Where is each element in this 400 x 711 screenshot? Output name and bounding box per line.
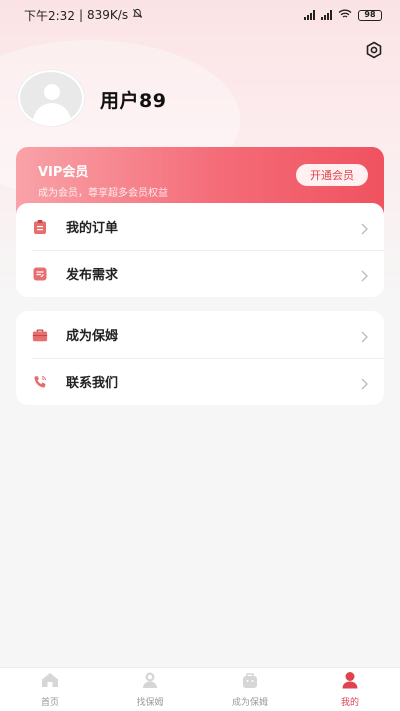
signal-icon-2 [321, 10, 332, 20]
tab-label: 找保姆 [136, 698, 164, 708]
vip-subtitle: 成为会员，尊享超多会员权益 [38, 188, 168, 199]
status-separator: | [78, 8, 83, 22]
nanny-icon [140, 671, 160, 693]
chevron-right-icon [360, 328, 368, 347]
settings-hexagon-icon [366, 41, 382, 59]
menu-item-my-orders[interactable]: 我的订单 [16, 203, 384, 250]
status-time: 下午2:32 [24, 8, 75, 23]
bag-icon [240, 671, 260, 693]
briefcase-icon [32, 327, 48, 343]
battery-icon: 98 [358, 9, 382, 21]
home-icon [40, 671, 60, 693]
mute-icon [132, 8, 143, 22]
tab-find-nanny[interactable]: 找保姆 [100, 668, 200, 711]
chevron-right-icon [360, 220, 368, 239]
settings-button[interactable] [364, 40, 384, 60]
menu-card-services: 成为保姆 联系我们 [16, 311, 384, 405]
tab-label: 成为保姆 [231, 698, 268, 708]
menu-item-publish-request[interactable]: 发布需求 [16, 250, 384, 297]
network-speed: 839K/s [87, 8, 129, 22]
tab-label: 首页 [40, 698, 59, 708]
username: 用户89 [100, 90, 167, 112]
avatar[interactable] [18, 70, 84, 126]
menu-card-orders: 我的订单 发布需求 [16, 203, 384, 297]
menu-item-label: 成为保姆 [66, 329, 119, 344]
tab-home[interactable]: 首页 [0, 668, 100, 711]
menu-item-label: 联系我们 [66, 376, 119, 391]
signal-icon [304, 10, 315, 20]
user-icon [340, 671, 360, 693]
menu-item-become-nanny[interactable]: 成为保姆 [16, 311, 384, 358]
chevron-right-icon [360, 267, 368, 286]
tab-mine[interactable]: 我的 [300, 668, 400, 711]
status-bar: 下午2:32 | 839K/s 98 [0, 0, 400, 30]
menu-item-label: 发布需求 [66, 268, 119, 283]
menu-item-contact-us[interactable]: 联系我们 [16, 358, 384, 405]
bottom-tab-bar: 首页 找保姆 成为保姆 我的 [0, 667, 400, 711]
wifi-icon [338, 9, 352, 22]
tab-label: 我的 [340, 698, 359, 708]
phone-icon [32, 374, 48, 390]
tab-become-nanny[interactable]: 成为保姆 [200, 668, 300, 711]
chevron-right-icon [360, 375, 368, 394]
clipboard-icon [32, 219, 48, 235]
publish-icon [32, 266, 48, 282]
menu-item-label: 我的订单 [66, 221, 119, 236]
avatar-placeholder-icon [44, 84, 60, 100]
open-vip-button[interactable]: 开通会员 [296, 164, 368, 186]
